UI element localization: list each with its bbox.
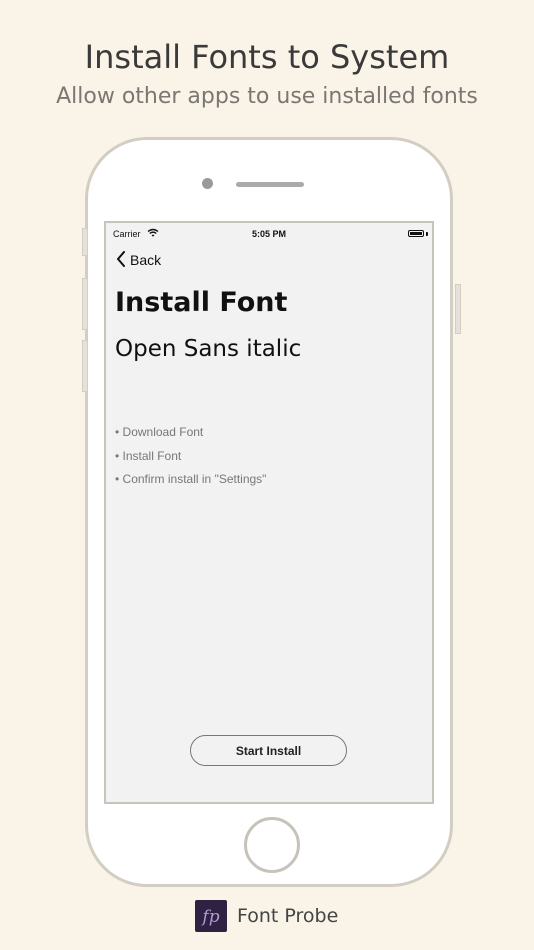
list-item: • Download Font (115, 425, 204, 439)
font-name: Open Sans italic (115, 336, 302, 362)
app-footer: fp Font Probe (195, 900, 338, 932)
phone-side-button-left-bottom (82, 340, 88, 392)
start-install-button[interactable]: Start Install (190, 735, 347, 766)
phone-side-button-left-mid (82, 278, 88, 330)
svg-text:fp: fp (200, 907, 219, 927)
camera-dot (202, 178, 213, 189)
home-button[interactable] (244, 817, 300, 873)
back-button[interactable]: Back (116, 250, 161, 270)
battery-icon (408, 230, 424, 237)
list-item: • Install Font (115, 448, 182, 463)
battery-tip (426, 232, 428, 236)
phone-side-button-left-top (82, 228, 88, 256)
app-screen: Carrier 5:05 PM Back Install Font Open S… (104, 221, 434, 804)
font-probe-logo-icon: fp (195, 900, 227, 932)
install-steps-list: • Download Font • Install Font • Confirm… (115, 424, 266, 495)
chevron-left-icon (116, 250, 126, 270)
list-item: • Confirm install in "Settings" (115, 472, 267, 486)
back-label: Back (130, 252, 162, 268)
page-title: Install Font (115, 287, 288, 318)
status-bar: Carrier 5:05 PM (106, 228, 432, 242)
phone-side-button-right (455, 284, 461, 334)
marketing-headline: Install Fonts to System (84, 38, 450, 76)
marketing-subheadline: Allow other apps to use installed fonts (56, 84, 478, 109)
status-time: 5:05 PM (251, 229, 286, 239)
app-name: Font Probe (237, 905, 339, 927)
speaker-grille (236, 182, 304, 187)
